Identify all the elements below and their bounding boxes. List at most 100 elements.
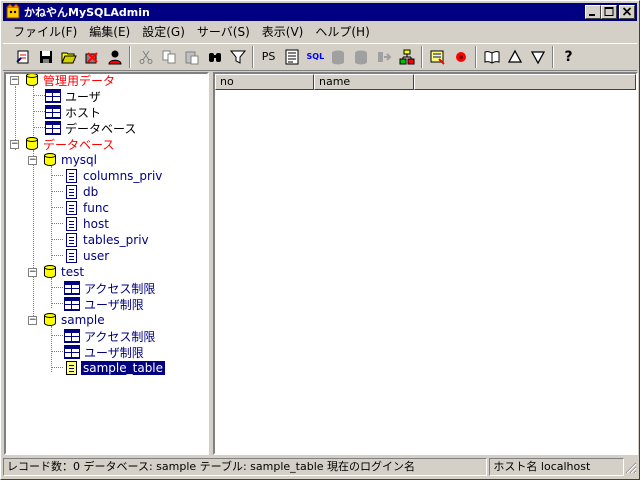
tree-node-user[interactable]: user <box>66 248 111 264</box>
title-bar[interactable]: かねやんMySQLAdmin <box>3 3 637 21</box>
app-logo-icon <box>5 3 21 20</box>
tree-node-admin-data[interactable]: − 管理用データ <box>10 74 117 88</box>
collapse-icon[interactable]: − <box>28 267 37 277</box>
folder-open-icon <box>60 52 77 64</box>
toolbar-up-button[interactable] <box>503 46 526 68</box>
window-title: かねやんMySQLAdmin <box>24 6 150 19</box>
toolbar-user-button[interactable] <box>103 46 126 68</box>
connect-icon <box>15 50 28 64</box>
tree-node-func[interactable]: func <box>66 200 111 216</box>
toolbar-manual-button[interactable] <box>480 46 503 68</box>
paste-icon <box>185 51 198 65</box>
resize-grip-icon[interactable] <box>624 461 637 474</box>
toolbar-filter-button[interactable] <box>226 46 249 68</box>
database-icon <box>43 153 57 167</box>
tree-node-hosts[interactable]: ホスト <box>45 104 103 120</box>
toolbar-log-button[interactable] <box>280 46 303 68</box>
minimize-button[interactable] <box>585 5 601 19</box>
toolbar: PS SQL ? <box>3 43 637 71</box>
tree-node-label: ホスト <box>65 105 102 120</box>
menu-help[interactable]: ヘルプ(H) <box>309 23 375 40</box>
tree-node-label: func <box>83 201 110 215</box>
tree-node-test[interactable]: − test <box>28 264 86 280</box>
table-icon <box>64 345 80 359</box>
book-icon <box>484 51 499 64</box>
tree-node-db[interactable]: db <box>66 184 100 200</box>
tree-node-test-access[interactable]: アクセス制限 <box>64 280 157 296</box>
tree-node-label: host <box>83 217 109 231</box>
tree-node-databases[interactable]: − データベース <box>10 136 116 152</box>
tree-node-sample-access[interactable]: アクセス制限 <box>64 328 157 344</box>
table-document-icon <box>66 361 77 375</box>
table-document-icon <box>66 201 77 215</box>
tree-node-sample-user[interactable]: ユーザ制限 <box>64 344 146 360</box>
tree-node-mysql[interactable]: − mysql <box>28 152 99 168</box>
toolbar-save-button[interactable] <box>34 46 57 68</box>
table-icon <box>45 89 61 103</box>
process-list-icon: PS <box>261 50 276 63</box>
toolbar-separator <box>129 46 131 68</box>
toolbar-disconnect-button[interactable] <box>80 46 103 68</box>
filter-icon <box>229 50 246 64</box>
column-header-name[interactable]: name <box>314 74 414 90</box>
toolbar-sql-button[interactable]: SQL <box>303 46 326 68</box>
query-icon <box>430 50 445 65</box>
toolbar-process-button[interactable]: PS <box>257 46 280 68</box>
import-icon <box>377 52 391 62</box>
tree-node-test-user[interactable]: ユーザ制限 <box>64 296 146 312</box>
table-document-icon <box>66 217 77 231</box>
status-host: ホスト名 localhost <box>489 458 624 476</box>
toolbar-find-button[interactable] <box>203 46 226 68</box>
toolbar-import-button[interactable] <box>372 46 395 68</box>
triangle-down-icon <box>530 51 545 65</box>
tree-node-sample[interactable]: − sample <box>28 312 107 328</box>
toolbar-copy-button[interactable] <box>157 46 180 68</box>
collapse-icon[interactable]: − <box>28 155 37 165</box>
toolbar-query-button[interactable] <box>426 46 449 68</box>
toolbar-stop-button[interactable] <box>449 46 472 68</box>
collapse-icon[interactable]: − <box>28 315 37 325</box>
menu-settings[interactable]: 設定(G) <box>136 23 191 40</box>
close-button[interactable] <box>619 5 635 19</box>
menu-file[interactable]: ファイル(F) <box>7 23 83 40</box>
tree-node-label: データベース <box>43 137 115 152</box>
tree-node-databases-priv[interactable]: データベース <box>45 120 138 136</box>
structure-icon <box>399 49 414 65</box>
toolbar-open-button[interactable] <box>57 46 80 68</box>
table-icon <box>64 329 80 343</box>
tree-node-tables-priv[interactable]: tables_priv <box>66 232 151 248</box>
tree-node-users[interactable]: ユーザ <box>45 88 103 104</box>
log-icon <box>285 49 298 65</box>
toolbar-connect-button[interactable] <box>11 46 34 68</box>
toolbar-help-button[interactable]: ? <box>557 46 580 68</box>
toolbar-db-drop-button[interactable] <box>349 46 372 68</box>
toolbar-db-create-button[interactable] <box>326 46 349 68</box>
tree-node-label: データベース <box>65 121 137 136</box>
database-tree[interactable]: − 管理用データ ユーザ ホスト データベース − データベース − mysql… <box>4 72 209 455</box>
database-icon <box>43 313 57 327</box>
tree-node-label: アクセス制限 <box>84 281 156 296</box>
tree-node-host[interactable]: host <box>66 216 111 232</box>
collapse-icon[interactable]: − <box>10 75 19 85</box>
toolbar-separator <box>475 46 477 68</box>
menu-edit[interactable]: 編集(E) <box>83 23 136 40</box>
toolbar-cut-button[interactable] <box>134 46 157 68</box>
app-window: かねやんMySQLAdmin ファイル(F) 編集(E) 設定(G) サーバ(S… <box>0 0 640 480</box>
tree-node-columns-priv[interactable]: columns_priv <box>66 168 164 184</box>
maximize-button[interactable] <box>601 5 617 19</box>
menu-bar: ファイル(F) 編集(E) 設定(G) サーバ(S) 表示(V) ヘルプ(H) <box>3 22 637 41</box>
toolbar-structure-button[interactable] <box>395 46 418 68</box>
menu-server[interactable]: サーバ(S) <box>191 23 256 40</box>
toolbar-paste-button[interactable] <box>180 46 203 68</box>
column-header-no[interactable]: no <box>215 74 314 90</box>
collapse-icon[interactable]: − <box>10 139 19 149</box>
table-icon <box>45 105 61 119</box>
status-bar: レコード数：0 データベース: sample テーブル: sample_tabl… <box>3 457 637 477</box>
menu-view[interactable]: 表示(V) <box>256 23 310 40</box>
tree-node-sample-table[interactable]: sample_table <box>66 360 166 376</box>
toolbar-down-button[interactable] <box>526 46 549 68</box>
data-grid[interactable]: no name <box>213 72 638 455</box>
table-icon <box>64 281 80 295</box>
tree-node-label: tables_priv <box>83 233 149 247</box>
db-drop-icon <box>354 50 367 65</box>
